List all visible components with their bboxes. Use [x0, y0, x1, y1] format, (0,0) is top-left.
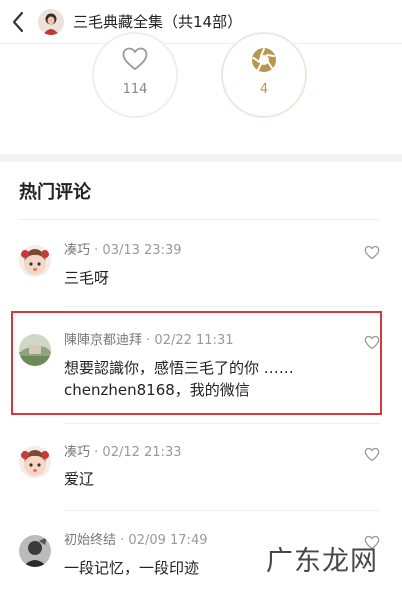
heart-icon [364, 245, 380, 260]
comment-username[interactable]: 凑巧 [64, 445, 90, 460]
section-separator [0, 154, 402, 162]
comments-section-title: 热门评论 [19, 182, 91, 203]
comment-time: · 03/13 23:39 [94, 243, 182, 258]
comment-time: · 02/12 21:33 [94, 445, 182, 460]
heart-icon [122, 47, 148, 70]
action-row: 114 4 [0, 32, 402, 154]
aperture-reward-icon [252, 48, 276, 72]
avatar[interactable] [19, 245, 51, 277]
page-title: 三毛典藏全集（共14部） [73, 13, 243, 31]
chevron-left-icon [12, 11, 24, 33]
comment-username[interactable]: 初始终结 [64, 533, 116, 548]
avatar[interactable] [19, 446, 51, 478]
comment-like-button[interactable] [364, 447, 380, 466]
divider [64, 423, 380, 424]
back-button[interactable] [6, 8, 30, 36]
like-count: 114 [122, 82, 148, 97]
divider [64, 306, 380, 307]
reward-count: 4 [259, 82, 269, 97]
comment-username[interactable]: 凑巧 [64, 243, 90, 258]
comment-text: 一段记忆，一段印迹 [64, 559, 200, 577]
highlight-box [11, 311, 382, 415]
divider [19, 219, 380, 220]
comment-like-button[interactable] [364, 245, 380, 264]
heart-icon [364, 447, 380, 462]
comment-meta: 凑巧 · 03/13 23:39 [64, 242, 181, 260]
comment-text: 三毛呀 [64, 269, 110, 287]
top-nav-bar: 三毛典藏全集（共14部） [0, 0, 402, 44]
comment-meta: 凑巧 · 02/12 21:33 [64, 444, 181, 462]
comment-meta: 初始终结 · 02/09 17:49 [64, 532, 207, 550]
avatar[interactable] [19, 535, 51, 567]
like-button[interactable]: 114 [92, 32, 178, 118]
comment-time: · 02/09 17:49 [120, 533, 208, 548]
book-cover-avatar[interactable] [38, 9, 64, 35]
watermark-text: 广东龙网 [266, 546, 378, 577]
comment-text: 爱辽 [64, 470, 95, 488]
divider [64, 510, 380, 511]
reward-button[interactable]: 4 [221, 32, 307, 118]
